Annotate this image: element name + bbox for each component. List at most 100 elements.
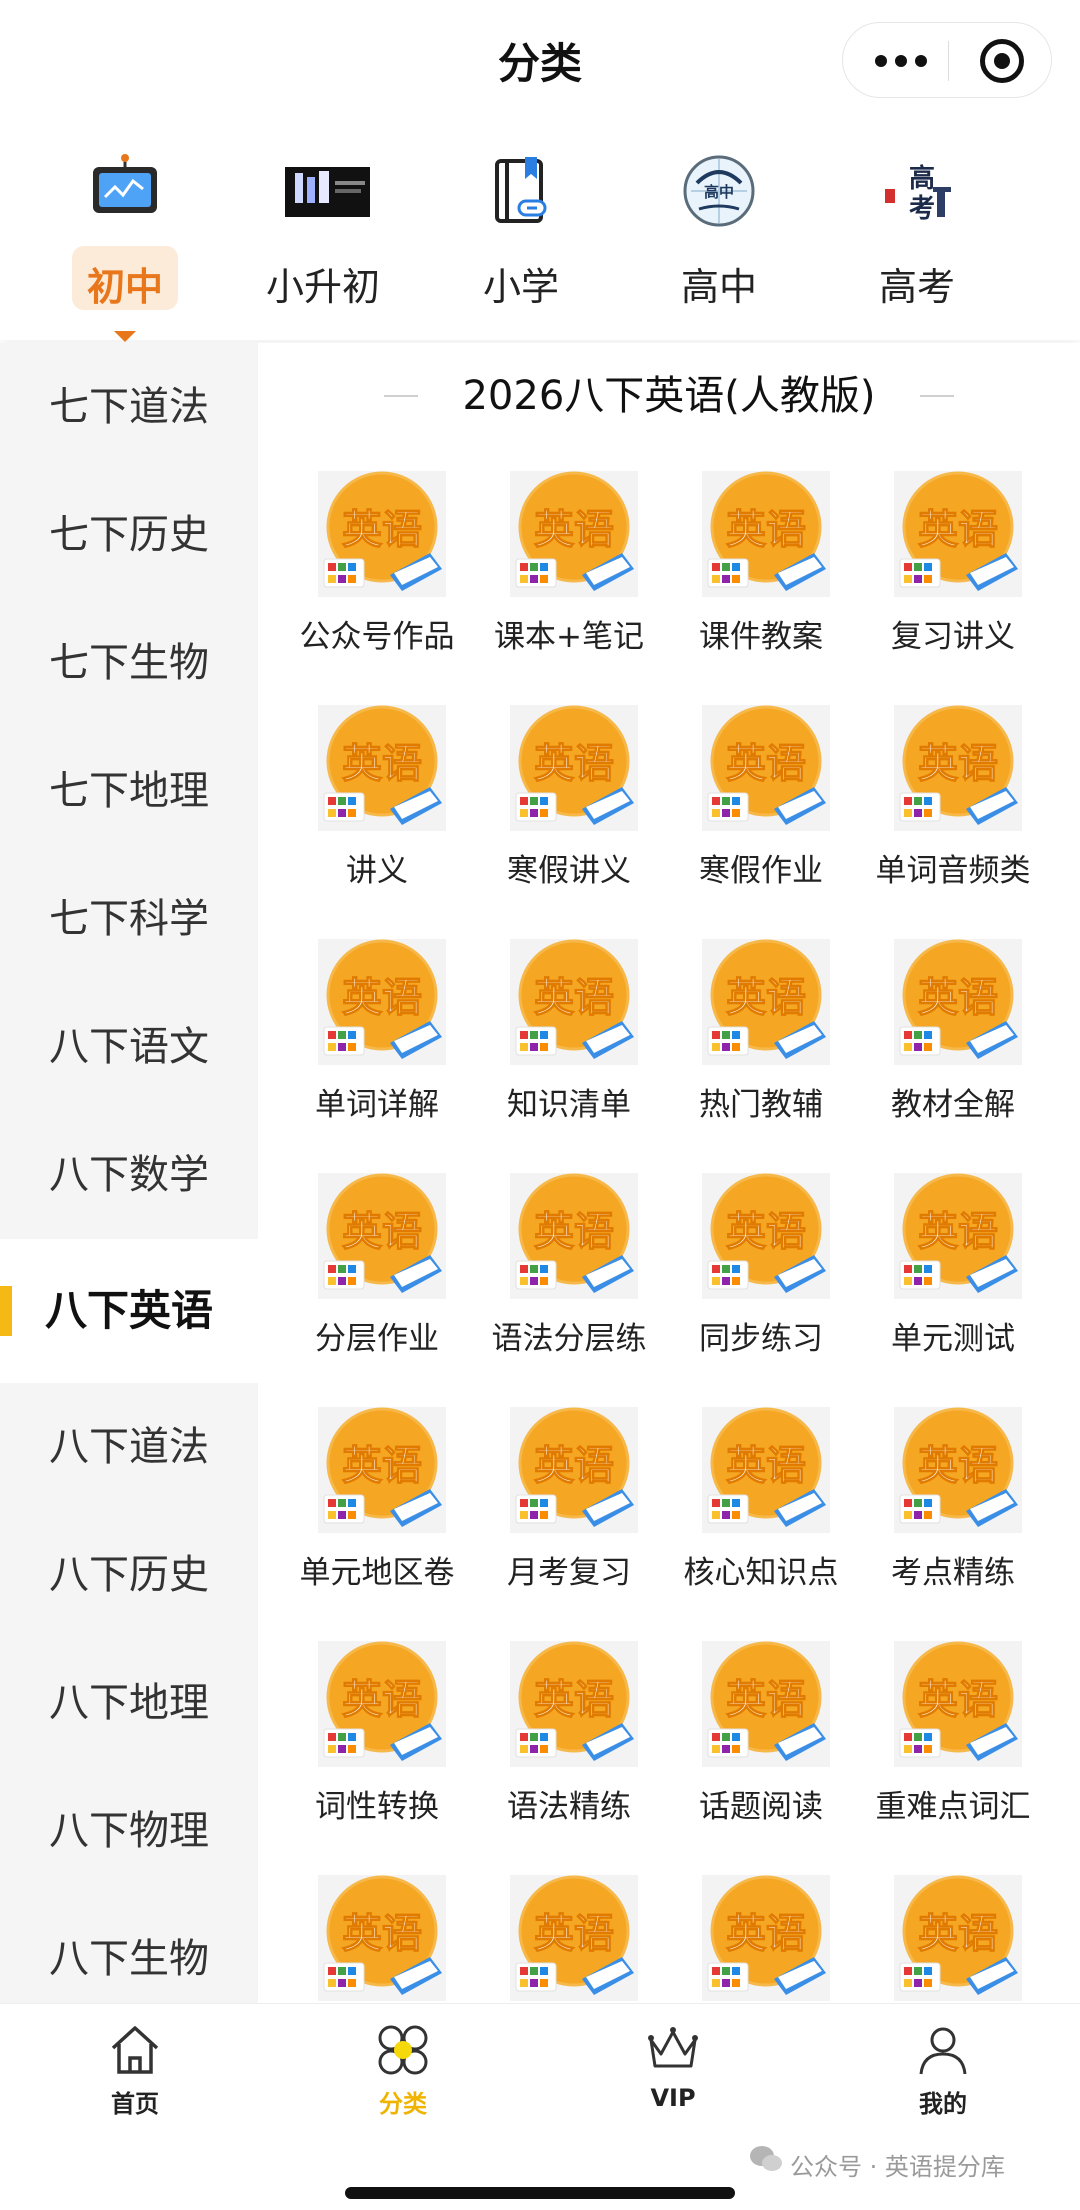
tile-icon-text: 英语	[726, 1677, 806, 1723]
english-book-icon: 英语	[318, 1173, 446, 1299]
level-tab-chuzhong[interactable]: 初中	[50, 138, 200, 342]
home-icon	[111, 2026, 159, 2074]
english-book-icon: 英语	[894, 705, 1022, 831]
tile-label: 语法精练	[507, 1789, 631, 1825]
sidebar-item[interactable]: 七下科学	[0, 855, 258, 983]
resource-tile[interactable]: 英语 教材全解	[858, 939, 1048, 1173]
tile-label: 核心知识点	[683, 1555, 839, 1591]
tab-home[interactable]: 首页	[65, 2018, 205, 2128]
tile-label: 公众号作品	[299, 619, 455, 655]
tab-profile[interactable]: 我的	[873, 2018, 1013, 2128]
tile-icon-text: 英语	[918, 507, 998, 553]
english-book-icon: 英语	[510, 1875, 638, 2001]
tile-icon-text: 英语	[726, 1443, 806, 1489]
resource-tile[interactable]: 英语 重难点词汇	[858, 1641, 1048, 1875]
level-tab-xiaoxue[interactable]: 小学	[446, 138, 596, 338]
banner-image-icon	[285, 167, 370, 217]
level-tabs: 初中 小升初 小学 高中 高中 高 考 高考	[0, 118, 1080, 342]
sidebar-item-label: 八下道法	[49, 1424, 209, 1470]
tile-label: 单词详解	[315, 1087, 439, 1123]
resource-tile[interactable]: 英语 知识清单	[474, 939, 664, 1173]
tile-icon-text: 英语	[918, 1443, 998, 1489]
resource-tile[interactable]: 英语 单词详解	[282, 939, 472, 1173]
english-book-icon: 英语	[318, 939, 446, 1065]
resource-tile[interactable]: 英语单词音频类	[858, 705, 1048, 939]
tab-vip[interactable]: VIP	[603, 2018, 743, 2128]
level-tab-gaokao[interactable]: 高 考 高考	[842, 138, 992, 338]
resource-tile[interactable]: 英语 语法精练	[474, 1641, 664, 1875]
resource-tile[interactable]: 英语 词性转换	[282, 1641, 472, 1875]
sidebar-item-label: 八下历史	[49, 1552, 209, 1598]
tab-category[interactable]: 分类	[333, 2018, 473, 2128]
globe-book-icon: 高中	[683, 155, 755, 227]
sidebar-item[interactable]: 八下数学	[0, 1111, 258, 1239]
sidebar-item[interactable]: 八下语文	[0, 983, 258, 1111]
level-label: 高考	[878, 265, 955, 309]
book-link-icon	[495, 157, 547, 223]
sidebar-item[interactable]: 七下生物	[0, 599, 258, 727]
section-title: 2026八下英语(人教版)	[258, 361, 1080, 431]
tile-label: 单词音频类	[875, 853, 1031, 889]
resource-tile[interactable]: 英语 考点精练	[858, 1407, 1048, 1641]
resource-tile[interactable]: 英语 同步练习	[666, 1173, 856, 1407]
resource-tile[interactable]: 英语 寒假讲义	[474, 705, 664, 939]
sidebar-item[interactable]: 八下历史	[0, 1511, 258, 1639]
tab-label: 我的	[919, 2090, 967, 2118]
sidebar-item[interactable]: 七下道法	[0, 343, 258, 471]
english-book-icon: 英语	[510, 1407, 638, 1533]
resource-tile[interactable]: 英语	[474, 1875, 664, 2003]
profile-icon	[919, 2027, 967, 2075]
resource-tile[interactable]: 英语	[666, 1875, 856, 2003]
english-book-icon: 英语	[702, 1875, 830, 2001]
resource-tile[interactable]: 英语核心知识点	[666, 1407, 856, 1641]
sidebar-item-active[interactable]: 八下英语	[0, 1239, 258, 1383]
resource-tile[interactable]: 英语 单元测试	[858, 1173, 1048, 1407]
sidebar-item[interactable]: 八下物理	[0, 1767, 258, 1895]
resource-tile[interactable]: 英语讲义	[282, 705, 472, 939]
tile-label: 讲义	[346, 853, 408, 889]
level-tab-xiaoshengchu[interactable]: 小升初	[248, 138, 398, 338]
sidebar-item[interactable]: 七下历史	[0, 471, 258, 599]
mini-program-capsule	[842, 22, 1052, 98]
tile-icon-text: 英语	[342, 1443, 422, 1489]
resource-tile[interactable]: 英语 寒假作业	[666, 705, 856, 939]
tile-icon-text: 英语	[534, 975, 614, 1021]
tile-icon-text: 英语	[726, 1911, 806, 1957]
tile-icon-text: 英语	[918, 1677, 998, 1723]
english-book-icon: 英语	[318, 705, 446, 831]
gaokao-gate-icon: 高 考	[885, 163, 951, 224]
resource-tile[interactable]: 英语 课本+笔记	[474, 471, 664, 705]
sidebar-item[interactable]: 八下道法	[0, 1383, 258, 1511]
sidebar-item-label: 七下历史	[49, 512, 209, 558]
sidebar-item[interactable]: 八下生物	[0, 1895, 258, 2003]
resource-tile[interactable]: 英语 课件教案	[666, 471, 856, 705]
title-dash-left	[384, 395, 418, 397]
resource-tile[interactable]: 英语 月考复习	[474, 1407, 664, 1641]
sidebar-item[interactable]: 七下地理	[0, 727, 258, 855]
resource-tile[interactable]: 英语 单元地区卷	[282, 1407, 472, 1641]
sidebar-item[interactable]: 八下地理	[0, 1639, 258, 1767]
level-label: 初中	[86, 265, 163, 309]
top-bar: 分类	[0, 0, 1080, 115]
tile-icon-text: 英语	[726, 1209, 806, 1255]
resource-tile[interactable]: 英语 热门教辅	[666, 939, 856, 1173]
english-book-icon: 英语	[318, 471, 446, 597]
tile-icon-text: 英语	[726, 741, 806, 787]
tile-icon-text: 英语	[342, 507, 422, 553]
close-target-icon[interactable]	[980, 39, 1024, 83]
english-book-icon: 英语	[894, 939, 1022, 1065]
tile-label: 课本+笔记	[494, 619, 644, 655]
tile-label: 语法分层练	[491, 1321, 647, 1357]
level-tab-gaozhong[interactable]: 高中 高中	[644, 138, 794, 338]
tab-label: 分类	[379, 2090, 427, 2118]
more-icon[interactable]	[871, 45, 931, 75]
resource-tile[interactable]: 英语 分层作业	[282, 1173, 472, 1407]
tile-label: 复习讲义	[891, 619, 1015, 655]
resource-tile[interactable]: 英语	[858, 1875, 1048, 2003]
resource-tile[interactable]: 英语	[282, 1875, 472, 2003]
resource-tile[interactable]: 英语 语法分层练	[474, 1173, 664, 1407]
caret-down-icon	[114, 331, 136, 342]
resource-tile[interactable]: 英语公众号作品	[282, 471, 472, 705]
resource-tile[interactable]: 英语 话题阅读	[666, 1641, 856, 1875]
resource-tile[interactable]: 英语复习讲义	[858, 471, 1048, 705]
